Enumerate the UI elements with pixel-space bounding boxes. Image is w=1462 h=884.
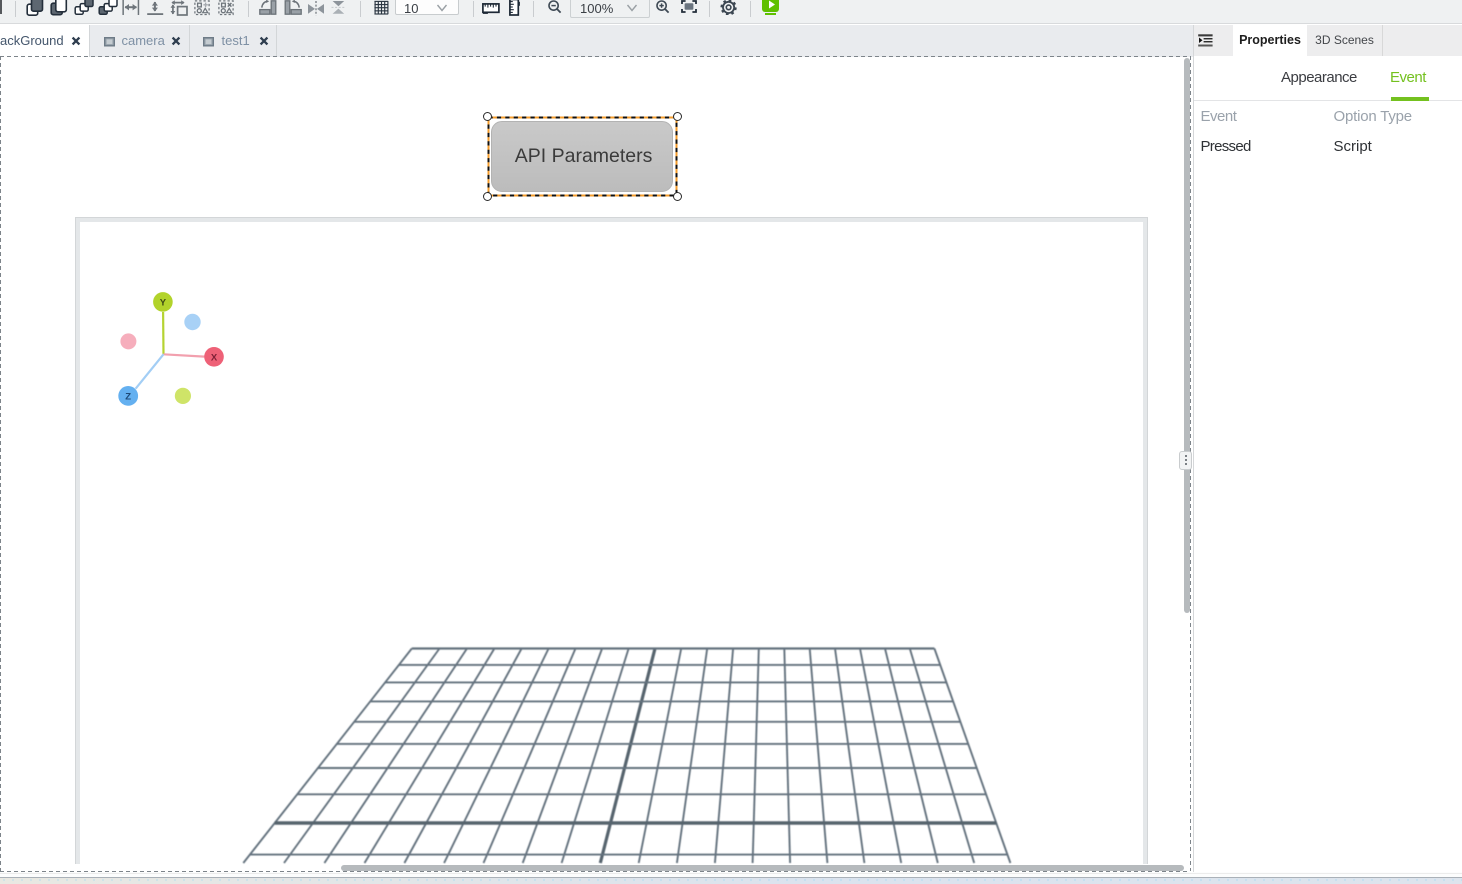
svg-text:X: X xyxy=(211,352,218,363)
svg-text:Z: Z xyxy=(125,391,131,402)
svg-text:Y: Y xyxy=(160,297,167,308)
